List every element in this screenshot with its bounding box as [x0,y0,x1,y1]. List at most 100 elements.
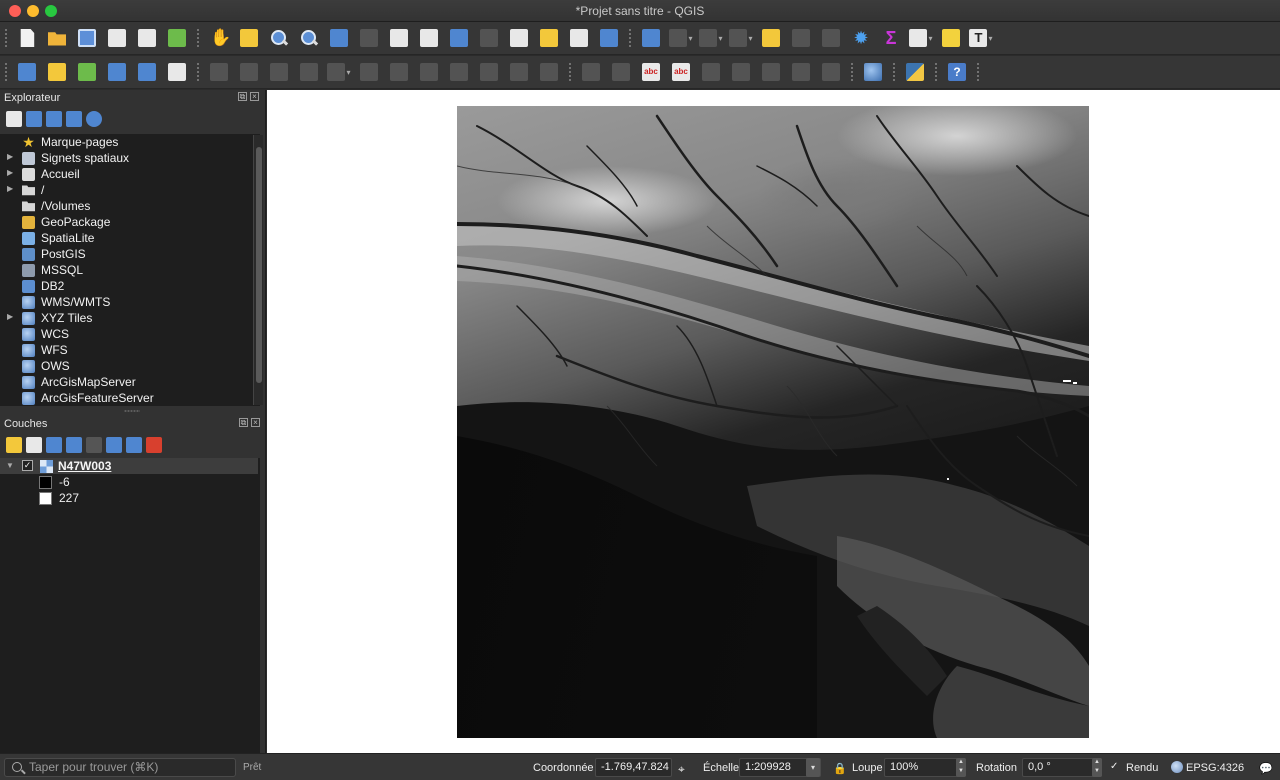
manage-visibility-icon[interactable] [46,437,62,453]
pan-to-selection-button[interactable] [236,25,262,51]
statistics-button[interactable]: Σ [878,25,904,51]
new-bookmark-button[interactable] [536,25,562,51]
modify-attributes-button[interactable] [356,59,382,85]
toolbar-grip[interactable] [892,62,896,82]
explorer-item[interactable]: MSSQL [0,262,260,278]
explorer-item[interactable]: SpatiaLite [0,230,260,246]
explorer-item[interactable]: DB2 [0,278,260,294]
zoom-last-button[interactable] [446,25,472,51]
remove-layer-icon[interactable] [146,437,162,453]
lock-icon[interactable]: 🔒 [833,762,847,775]
current-edits-button[interactable] [206,59,232,85]
rotate-label-button[interactable] [728,59,754,85]
pan-map-button[interactable]: ✋ [206,25,232,51]
map-canvas[interactable] [267,90,1280,753]
float-panel-button[interactable]: ⧉ [238,92,247,101]
layer-labeling-button[interactable]: abc [638,59,664,85]
label-tool-button[interactable] [578,59,604,85]
highlight-labels-button[interactable] [788,59,814,85]
toolbar-grip[interactable] [976,62,980,82]
paste-features-button[interactable] [476,59,502,85]
explorer-item[interactable]: WFS [0,342,260,358]
explorer-item[interactable]: PostGIS [0,246,260,262]
layer-item-n47w003[interactable]: ▼ ✓ N47W003 [0,458,258,474]
crs-label[interactable]: EPSG:4326 [1186,762,1244,774]
vertex-tool-button[interactable] [326,59,352,85]
change-label-button[interactable] [758,59,784,85]
undo-button[interactable] [506,59,532,85]
new-shapefile-layer-button[interactable] [74,59,100,85]
explorer-scrollbar[interactable] [253,135,263,405]
rotation-field[interactable]: 0,0 ° [1022,758,1102,777]
float-panel-button[interactable]: ⧉ [239,418,248,427]
new-map-view-button[interactable] [506,25,532,51]
digitize-button[interactable] [296,59,322,85]
new-spatialite-layer-button[interactable] [104,59,130,85]
explorer-item[interactable]: ▶ Signets spatiaux [0,150,260,166]
expand-arrow-icon[interactable]: ▶ [7,184,13,193]
splitter-handle[interactable] [124,410,140,412]
expand-arrow-icon[interactable]: ▶ [7,152,13,161]
attribute-table-button[interactable] [788,25,814,51]
data-source-manager-button[interactable] [14,59,40,85]
new-geopackage-layer-button[interactable] [44,59,70,85]
explorer-item[interactable]: ArcGisFeatureServer [0,390,260,406]
toolbar-grip[interactable] [568,62,572,82]
explorer-item[interactable]: GeoPackage [0,214,260,230]
close-panel-button[interactable]: × [250,92,259,101]
explorer-item[interactable]: OWS [0,358,260,374]
cut-features-button[interactable] [416,59,442,85]
zoom-native-button[interactable] [416,25,442,51]
filter-icon[interactable] [46,111,62,127]
delete-selected-button[interactable] [386,59,412,85]
refresh-icon[interactable] [26,111,42,127]
collapse-all-icon[interactable] [126,437,142,453]
rotation-spinner[interactable]: ▲ ▼ [1092,758,1102,777]
python-console-button[interactable] [902,59,928,85]
deselect-features-button[interactable] [758,25,784,51]
add-layers-icon[interactable] [6,111,22,127]
dem-raster-layer[interactable] [457,106,1089,738]
run-action-button[interactable] [668,25,694,51]
filter-expression-icon[interactable] [86,437,102,453]
move-label-button[interactable] [698,59,724,85]
new-virtual-layer-button[interactable] [164,59,190,85]
toolbar-grip[interactable] [934,62,938,82]
open-project-button[interactable] [44,25,70,51]
redo-button[interactable] [536,59,562,85]
zoom-full-button[interactable] [326,25,352,51]
explorer-item[interactable]: /Volumes [0,198,260,214]
coordinate-toggle-icon[interactable]: ⌖ [678,762,685,777]
layout-manager-button[interactable] [134,25,160,51]
coordinate-field[interactable]: -1.769,47.824 [595,758,672,777]
select-features-button[interactable] [698,25,724,51]
magnifier-field[interactable]: 100% [884,758,966,777]
show-hide-labels-button[interactable]: abc [668,59,694,85]
explorer-item[interactable]: ▶ / [0,182,260,198]
scale-dropdown-button[interactable]: ▾ [806,758,820,777]
refresh-button[interactable] [596,25,622,51]
toolbar-grip[interactable] [4,62,8,82]
field-calculator-button[interactable] [818,25,844,51]
toolbar-grip[interactable] [196,28,200,48]
toolbar-grip[interactable] [628,28,632,48]
info-icon[interactable] [86,111,102,127]
explorer-item[interactable]: ▶ XYZ Tiles [0,310,260,326]
show-bookmarks-button[interactable] [566,25,592,51]
select-by-value-button[interactable] [728,25,754,51]
expand-arrow-icon[interactable]: ▶ [7,168,13,177]
explorer-item[interactable]: ★ Marque-pages [0,134,260,150]
filter-legend-icon[interactable] [66,437,82,453]
zoom-to-layer-button[interactable] [386,25,412,51]
locator-search-input[interactable]: Taper pour trouver (⌘K) [4,758,236,777]
explorer-item[interactable]: WCS [0,326,260,342]
magnifier-spinner[interactable]: ▲ ▼ [956,758,966,777]
collapse-arrow-icon[interactable]: ▼ [6,461,14,470]
new-project-button[interactable] [14,25,40,51]
zoom-next-button[interactable] [476,25,502,51]
toolbar-grip[interactable] [4,28,8,48]
text-annotation-button[interactable]: T [968,25,994,51]
save-project-button[interactable] [74,25,100,51]
pin-labels-button[interactable] [608,59,634,85]
layer-styling-icon[interactable] [6,437,22,453]
